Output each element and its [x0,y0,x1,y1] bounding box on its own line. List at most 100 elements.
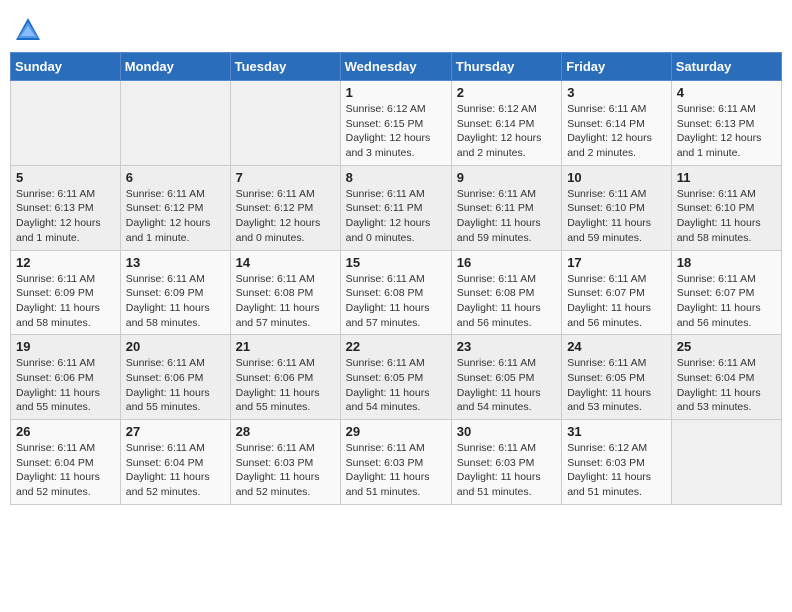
day-info: Sunrise: 6:11 AM Sunset: 6:11 PM Dayligh… [457,187,556,246]
day-info: Sunrise: 6:11 AM Sunset: 6:03 PM Dayligh… [457,441,556,500]
day-number: 7 [236,170,335,185]
day-number: 30 [457,424,556,439]
calendar-body: 1 Sunrise: 6:12 AM Sunset: 6:15 PM Daylig… [11,81,782,505]
logo [14,16,46,44]
day-number: 15 [346,255,446,270]
day-number: 5 [16,170,115,185]
day-number: 29 [346,424,446,439]
day-number: 2 [457,85,556,100]
calendar-cell: 15Sunrise: 6:11 AM Sunset: 6:08 PM Dayli… [340,250,451,335]
day-info: Sunrise: 6:11 AM Sunset: 6:09 PM Dayligh… [16,272,115,331]
day-number: 1 [346,85,446,100]
day-info: Sunrise: 6:11 AM Sunset: 6:05 PM Dayligh… [457,356,556,415]
day-number: 12 [16,255,115,270]
day-number: 25 [677,339,776,354]
day-number: 26 [16,424,115,439]
day-info: Sunrise: 6:11 AM Sunset: 6:08 PM Dayligh… [236,272,335,331]
calendar-cell: 25 Sunrise: 6:11 AM Sunset: 6:04 PM Dayli… [671,335,781,420]
calendar-cell: 6Sunrise: 6:11 AM Sunset: 6:12 PM Daylig… [120,165,230,250]
calendar-cell: 19Sunrise: 6:11 AM Sunset: 6:06 PM Dayli… [11,335,121,420]
day-number: 16 [457,255,556,270]
day-number: 8 [346,170,446,185]
calendar-cell: 16 Sunrise: 6:11 AM Sunset: 6:08 PM Dayli… [451,250,561,335]
calendar-cell: 18 Sunrise: 6:11 AM Sunset: 6:07 PM Dayli… [671,250,781,335]
day-number: 20 [126,339,225,354]
weekday-header: Friday [562,53,672,81]
calendar-cell: 20 Sunrise: 6:11 AM Sunset: 6:06 PM Dayli… [120,335,230,420]
day-number: 3 [567,85,666,100]
day-info: Sunrise: 6:11 AM Sunset: 6:03 PM Dayligh… [346,441,446,500]
day-info: Sunrise: 6:11 AM Sunset: 6:06 PM Dayligh… [126,356,225,415]
day-number: 14 [236,255,335,270]
weekday-header: Saturday [671,53,781,81]
calendar-header-row: SundayMondayTuesdayWednesdayThursdayFrid… [11,53,782,81]
weekday-header: Monday [120,53,230,81]
calendar-cell: 5 Sunrise: 6:11 AM Sunset: 6:13 PM Daylig… [11,165,121,250]
calendar-cell: 23 Sunrise: 6:11 AM Sunset: 6:05 PM Dayli… [451,335,561,420]
calendar-cell [671,420,781,505]
day-number: 6 [126,170,225,185]
calendar-cell: 27Sunrise: 6:11 AM Sunset: 6:04 PM Dayli… [120,420,230,505]
calendar-cell: 28 Sunrise: 6:11 AM Sunset: 6:03 PM Dayli… [230,420,340,505]
day-number: 22 [346,339,446,354]
weekday-header: Thursday [451,53,561,81]
day-info: Sunrise: 6:11 AM Sunset: 6:05 PM Dayligh… [346,356,446,415]
day-info: Sunrise: 6:11 AM Sunset: 6:14 PM Dayligh… [567,102,666,161]
day-info: Sunrise: 6:12 AM Sunset: 6:14 PM Dayligh… [457,102,556,161]
calendar-cell: 2 Sunrise: 6:12 AM Sunset: 6:14 PM Daylig… [451,81,561,166]
day-number: 4 [677,85,776,100]
day-number: 13 [126,255,225,270]
day-info: Sunrise: 6:11 AM Sunset: 6:04 PM Dayligh… [677,356,776,415]
calendar-cell: 17 Sunrise: 6:11 AM Sunset: 6:07 PM Dayli… [562,250,672,335]
calendar-cell [230,81,340,166]
calendar-cell: 26 Sunrise: 6:11 AM Sunset: 6:04 PM Dayli… [11,420,121,505]
day-info: Sunrise: 6:11 AM Sunset: 6:13 PM Dayligh… [16,187,115,246]
calendar-cell: 9 Sunrise: 6:11 AM Sunset: 6:11 PM Daylig… [451,165,561,250]
weekday-header: Tuesday [230,53,340,81]
calendar-cell: 31 Sunrise: 6:12 AM Sunset: 6:03 PM Dayli… [562,420,672,505]
day-info: Sunrise: 6:11 AM Sunset: 6:08 PM Dayligh… [457,272,556,331]
day-info: Sunrise: 6:11 AM Sunset: 6:10 PM Dayligh… [677,187,776,246]
calendar-cell: 1 Sunrise: 6:12 AM Sunset: 6:15 PM Daylig… [340,81,451,166]
day-number: 9 [457,170,556,185]
day-number: 18 [677,255,776,270]
calendar-cell: 24Sunrise: 6:11 AM Sunset: 6:05 PM Dayli… [562,335,672,420]
calendar-cell: 7 Sunrise: 6:11 AM Sunset: 6:12 PM Daylig… [230,165,340,250]
calendar-cell [11,81,121,166]
day-info: Sunrise: 6:11 AM Sunset: 6:10 PM Dayligh… [567,187,666,246]
day-info: Sunrise: 6:11 AM Sunset: 6:04 PM Dayligh… [16,441,115,500]
calendar-table: SundayMondayTuesdayWednesdayThursdayFrid… [10,52,782,505]
calendar-cell: 3 Sunrise: 6:11 AM Sunset: 6:14 PM Daylig… [562,81,672,166]
day-info: Sunrise: 6:11 AM Sunset: 6:07 PM Dayligh… [677,272,776,331]
calendar-cell: 30 Sunrise: 6:11 AM Sunset: 6:03 PM Dayli… [451,420,561,505]
day-number: 24 [567,339,666,354]
calendar-cell: 21 Sunrise: 6:11 AM Sunset: 6:06 PM Dayli… [230,335,340,420]
day-number: 28 [236,424,335,439]
calendar-cell: 29 Sunrise: 6:11 AM Sunset: 6:03 PM Dayli… [340,420,451,505]
calendar-cell: 8 Sunrise: 6:11 AM Sunset: 6:11 PM Daylig… [340,165,451,250]
day-info: Sunrise: 6:12 AM Sunset: 6:03 PM Dayligh… [567,441,666,500]
calendar-cell: 13 Sunrise: 6:11 AM Sunset: 6:09 PM Dayli… [120,250,230,335]
day-number: 17 [567,255,666,270]
calendar-cell: 12 Sunrise: 6:11 AM Sunset: 6:09 PM Dayli… [11,250,121,335]
day-number: 11 [677,170,776,185]
day-info: Sunrise: 6:11 AM Sunset: 6:03 PM Dayligh… [236,441,335,500]
header [10,10,782,44]
weekday-header: Sunday [11,53,121,81]
calendar-cell: 4 Sunrise: 6:11 AM Sunset: 6:13 PM Daylig… [671,81,781,166]
day-info: Sunrise: 6:11 AM Sunset: 6:12 PM Dayligh… [236,187,335,246]
day-number: 21 [236,339,335,354]
calendar-cell: 22 Sunrise: 6:11 AM Sunset: 6:05 PM Dayli… [340,335,451,420]
day-number: 31 [567,424,666,439]
calendar-cell: 10Sunrise: 6:11 AM Sunset: 6:10 PM Dayli… [562,165,672,250]
day-number: 23 [457,339,556,354]
weekday-header: Wednesday [340,53,451,81]
day-info: Sunrise: 6:11 AM Sunset: 6:09 PM Dayligh… [126,272,225,331]
day-info: Sunrise: 6:11 AM Sunset: 6:13 PM Dayligh… [677,102,776,161]
day-info: Sunrise: 6:11 AM Sunset: 6:11 PM Dayligh… [346,187,446,246]
day-info: Sunrise: 6:12 AM Sunset: 6:15 PM Dayligh… [346,102,446,161]
day-number: 27 [126,424,225,439]
calendar-cell [120,81,230,166]
day-info: Sunrise: 6:11 AM Sunset: 6:07 PM Dayligh… [567,272,666,331]
day-info: Sunrise: 6:11 AM Sunset: 6:06 PM Dayligh… [236,356,335,415]
